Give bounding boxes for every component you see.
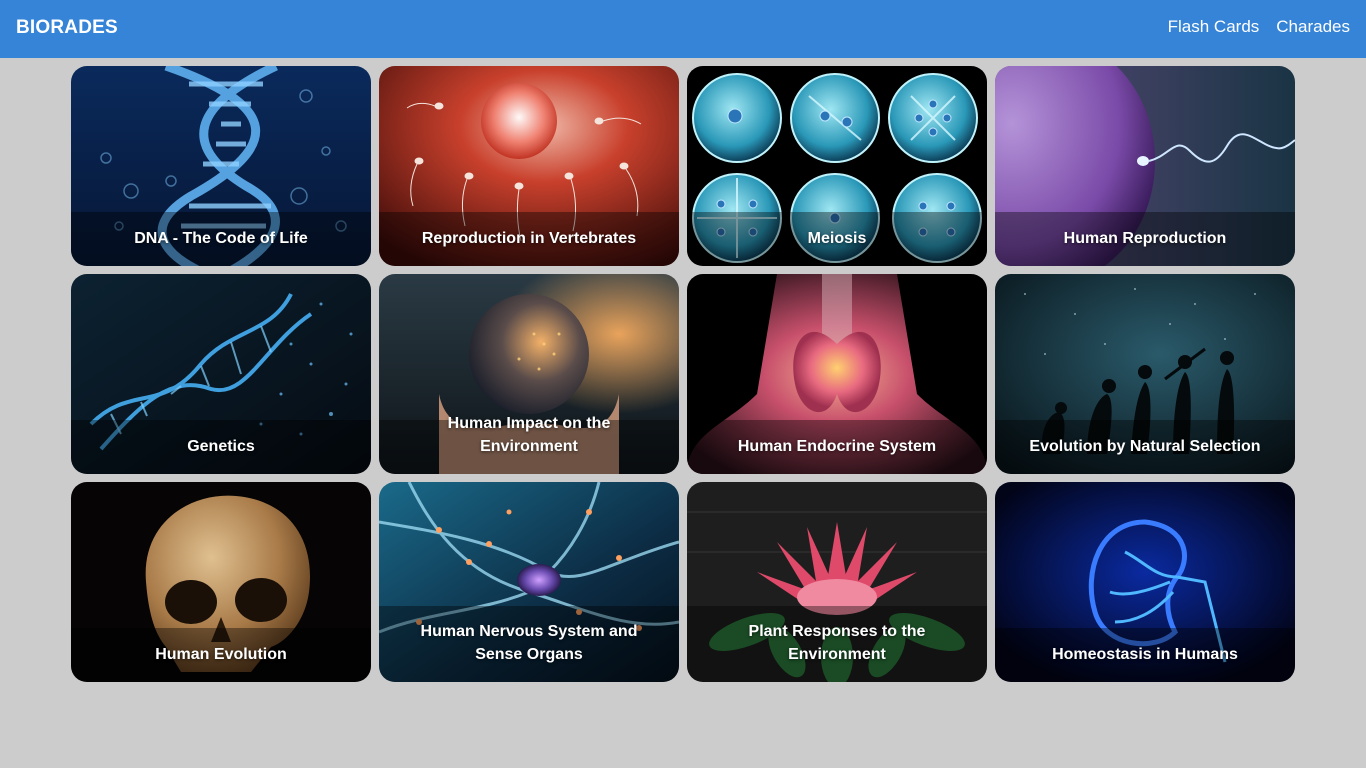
topic-card-human-reproduction[interactable]: Human Reproduction — [995, 66, 1295, 266]
topic-card-grid: DNA - The Code of Life Reproduction in V… — [71, 66, 1295, 682]
topic-card-human-evolution[interactable]: Human Evolution — [71, 482, 371, 682]
topic-card-endocrine[interactable]: Human Endocrine System — [687, 274, 987, 474]
brand-logo[interactable]: BIORADES — [16, 17, 118, 39]
card-title: Evolution by Natural Selection — [1029, 438, 1261, 455]
topic-card-dna[interactable]: DNA - The Code of Life — [71, 66, 371, 266]
card-title: Meiosis — [807, 230, 867, 247]
card-title: Genetics — [187, 438, 255, 455]
card-title: Reproduction in Vertebrates — [421, 230, 637, 247]
topic-card-homeostasis[interactable]: Homeostasis in Humans — [995, 482, 1295, 682]
topic-card-natural-selection[interactable]: Evolution by Natural Selection — [995, 274, 1295, 474]
card-title: DNA - The Code of Life — [134, 230, 308, 247]
card-title: Plant Responses to the Environment — [748, 623, 926, 663]
nav-flash-cards-link[interactable]: Flash Cards — [1168, 17, 1260, 37]
nav-charades-link[interactable]: Charades — [1276, 17, 1350, 37]
topic-card-nervous-system[interactable]: Human Nervous System and Sense Organs — [379, 482, 679, 682]
topic-card-reproduction-vertebrates[interactable]: Reproduction in Vertebrates — [379, 66, 679, 266]
topic-card-human-impact[interactable]: Human Impact on the Environment — [379, 274, 679, 474]
card-title: Human Evolution — [155, 646, 287, 663]
topic-card-plant-responses[interactable]: Plant Responses to the Environment — [687, 482, 987, 682]
topic-card-meiosis[interactable]: Meiosis — [687, 66, 987, 266]
card-title: Human Reproduction — [1063, 230, 1227, 247]
card-title: Homeostasis in Humans — [1052, 646, 1238, 663]
topic-card-genetics[interactable]: Genetics — [71, 274, 371, 474]
nav-links: Flash Cards Charades — [1168, 17, 1350, 37]
top-navbar: BIORADES Flash Cards Charades — [0, 0, 1366, 58]
card-title: Human Impact on the Environment — [447, 415, 611, 455]
card-title: Human Endocrine System — [737, 438, 937, 455]
card-title: Human Nervous System and Sense Organs — [420, 623, 638, 663]
